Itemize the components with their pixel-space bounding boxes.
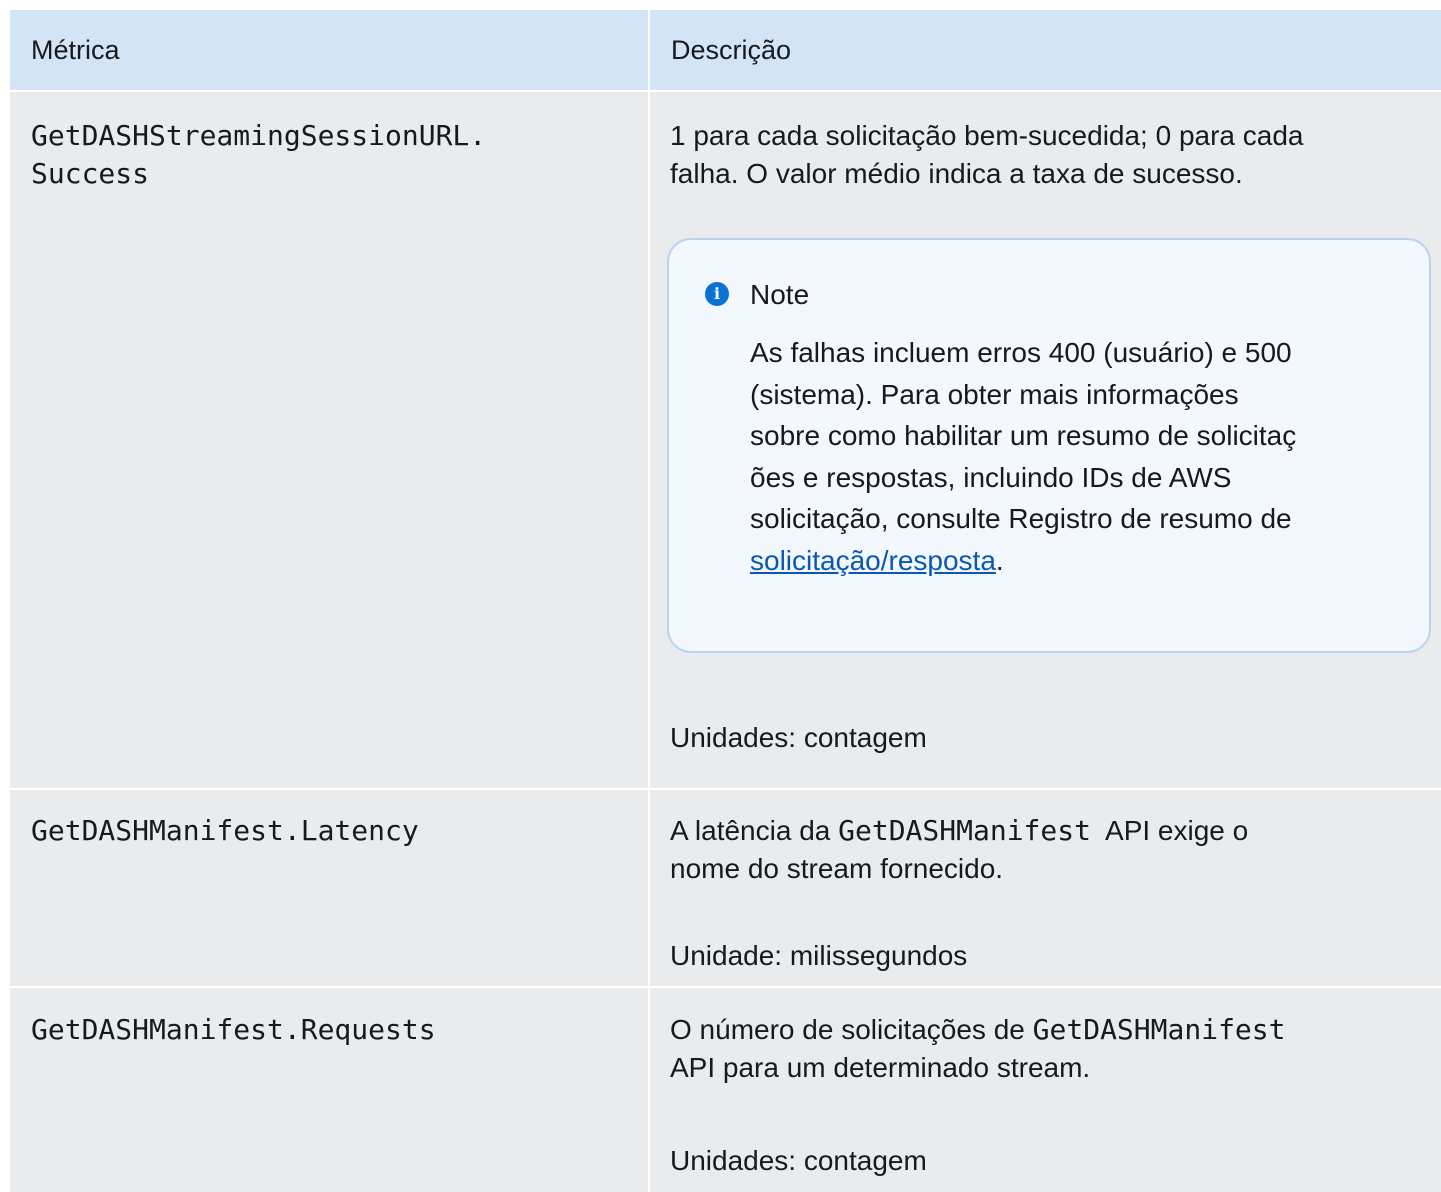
- description-suffix: API exige o: [1091, 815, 1249, 846]
- description-line-2: API para um determinado stream.: [670, 1052, 1091, 1083]
- metric-name-line-1: GetDASHStreamingSessionURL.: [31, 119, 487, 152]
- metric-name: GetDASHStreamingSessionURL. Success: [31, 117, 486, 193]
- description-line-2: nome do stream fornecido.: [670, 853, 1004, 884]
- header-cell-metric: Métrica: [10, 10, 648, 90]
- table-row-1-metric: GetDASHStreamingSessionURL. Success: [10, 92, 648, 788]
- row-1-units: Unidades: contagem: [670, 722, 927, 753]
- metric-name: GetDASHManifest.Requests: [31, 1013, 436, 1046]
- note-line: solicitação, consulte Registro de resumo…: [750, 503, 1292, 534]
- description-prefix: A latência da: [670, 815, 839, 846]
- note-title: Note: [750, 279, 810, 310]
- description-line-2: falha. O valor médio indica a taxa de su…: [670, 158, 1243, 189]
- api-name-code: GetDASHManifest: [838, 814, 1091, 847]
- table-row-2-description: A latência da GetDASHManifest API exige …: [650, 790, 1441, 986]
- description-line-1: O número de solicitações de GetDASHManif…: [670, 1011, 1286, 1049]
- table-row-3-description: O número de solicitações de GetDASHManif…: [650, 988, 1441, 1192]
- row-2-description-text: A latência da GetDASHManifest API exige …: [670, 812, 1248, 888]
- table-row-3-metric: GetDASHManifest.Requests: [10, 988, 648, 1192]
- row-3-units: Unidades: contagem: [670, 1145, 927, 1176]
- row-1-description-text: 1 para cada solicitação bem-sucedida; 0 …: [670, 117, 1304, 193]
- note-callout: i Note As falhas incluem erros 400 (usuá…: [667, 238, 1431, 653]
- metric-name-line-2: Success: [31, 157, 150, 190]
- row-2-units: Unidade: milissegundos: [670, 940, 968, 971]
- header-metric: Métrica: [31, 35, 120, 65]
- table-row-2-metric: GetDASHManifest.Latency: [10, 790, 648, 986]
- note-line: sobre como habilitar um resumo de solici…: [750, 420, 1297, 451]
- description-line-1: A latência da GetDASHManifest API exige …: [670, 812, 1248, 850]
- note-line: (sistema). Para obter mais informações: [750, 378, 1239, 410]
- description-line-1: 1 para cada solicitação bem-sucedida; 0 …: [670, 120, 1304, 151]
- description-prefix: O número de solicitações de: [670, 1014, 1033, 1045]
- metric-name: GetDASHManifest.Latency: [31, 814, 419, 847]
- note-period: .: [995, 544, 1004, 576]
- metrics-table: Métrica Descrição GetDASHStreamingSessio…: [10, 10, 1441, 1192]
- info-circle-icon: i: [705, 282, 729, 306]
- header-description: Descrição: [671, 35, 792, 65]
- note-line: ões e respostas, incluindo IDs de AWS: [750, 461, 1232, 493]
- note-body: As falhas incluem erros 400 (usuário) e …: [750, 332, 1410, 581]
- note-line: As falhas incluem erros 400 (usuário) e …: [750, 337, 1292, 368]
- header-cell-description: Descrição: [650, 10, 1441, 90]
- row-3-description-text: O número de solicitações de GetDASHManif…: [670, 1011, 1286, 1087]
- request-response-log-link[interactable]: solicitação/resposta: [750, 545, 996, 576]
- note-line-last: solicitação/resposta.: [750, 540, 1410, 582]
- api-name-code: GetDASHManifest: [1032, 1013, 1286, 1046]
